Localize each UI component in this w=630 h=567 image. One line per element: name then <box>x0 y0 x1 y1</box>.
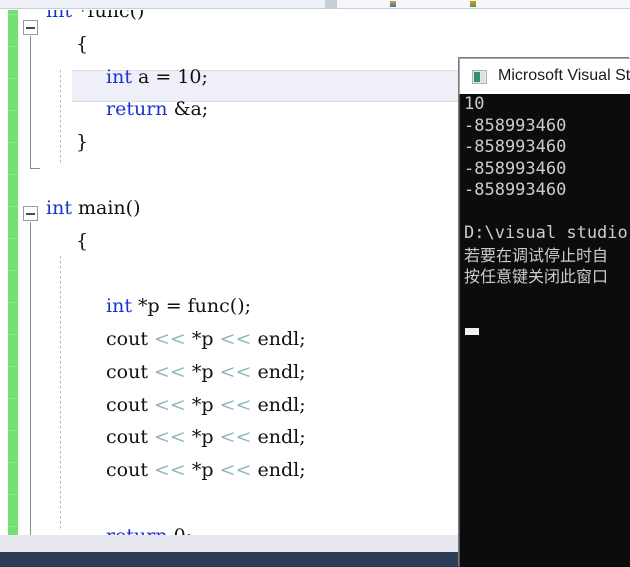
code-token: *p <box>185 393 220 416</box>
scope-bracket-line <box>30 36 31 168</box>
code-line[interactable]: int main() <box>46 196 141 219</box>
code-token: endl; <box>251 426 306 449</box>
screen-root: int *func(){int a = 10; return &a;} int ma… <box>0 0 630 567</box>
code-line[interactable]: return &a; <box>106 100 208 119</box>
scope-bracket-foot <box>30 168 40 169</box>
code-token: << <box>219 426 252 449</box>
code-line[interactable]: return 0; <box>106 525 193 535</box>
console-output-area[interactable]: 按任意键关闭此窗口 若要在调试停止时自 D:\visual studio -85899… <box>459 94 630 567</box>
code-token: } <box>76 131 89 154</box>
code-token: endl; <box>251 459 306 482</box>
code-token: return <box>106 525 168 535</box>
code-token: { <box>76 229 89 252</box>
code-token: << <box>154 393 186 416</box>
code-token: int <box>46 196 72 219</box>
code-line[interactable]: int *p = func(); <box>106 297 251 316</box>
console-output-line: D:\visual studio <box>464 223 628 243</box>
console-output-line: -858993460 <box>464 158 567 179</box>
code-line[interactable]: cout << *p << endl; <box>106 360 306 383</box>
toolbar-strip <box>0 0 630 10</box>
code-line[interactable]: { <box>76 229 89 252</box>
indent-guide <box>60 256 61 531</box>
code-token: cout <box>106 328 154 350</box>
code-token: *p <box>185 459 220 482</box>
run-icon[interactable] <box>470 1 476 7</box>
code-token: endl; <box>251 360 306 383</box>
console-cursor <box>465 328 479 335</box>
console-output-line: -858993460 <box>464 137 567 157</box>
code-token: *p <box>185 426 220 449</box>
code-line[interactable]: int *func() <box>46 10 144 21</box>
toolbar-left-panel <box>0 0 325 9</box>
toolbar-right-panel <box>337 0 630 9</box>
console-title: Microsoft Visual St <box>498 67 630 84</box>
console-output-line: 若要在调试停止时自 <box>464 245 609 265</box>
code-token: int <box>106 295 132 318</box>
fold-toggle-icon[interactable] <box>23 206 38 221</box>
code-token: &a; <box>167 98 209 121</box>
code-line[interactable]: cout << *p << endl; <box>106 330 306 349</box>
code-token: a = 10; <box>131 65 208 88</box>
code-line[interactable]: int a = 10; <box>106 65 208 88</box>
code-token: { <box>76 32 89 55</box>
code-token: *p <box>185 328 220 350</box>
code-token: endl; <box>251 393 306 416</box>
change-tracking-margin <box>8 10 18 535</box>
console-output-line: 10 <box>464 94 485 114</box>
toolbar-splitter-grip[interactable] <box>325 0 337 9</box>
code-token: cout <box>106 459 154 482</box>
code-token: *p <box>185 360 220 383</box>
code-line[interactable]: cout << *p << endl; <box>106 428 306 447</box>
debug-console-window[interactable]: Microsoft Visual St 按任意键关闭此窗口 若要在调试停止时自 D:… <box>459 58 630 567</box>
console-output-line: -858993460 <box>464 115 567 136</box>
code-token: *p = func(); <box>131 295 252 318</box>
code-token: cout <box>106 393 154 416</box>
code-line[interactable]: } <box>76 133 88 152</box>
code-token: << <box>219 459 252 482</box>
scope-bracket-line <box>30 222 31 535</box>
code-line[interactable]: { <box>76 32 89 55</box>
code-token: << <box>154 426 186 449</box>
code-token: 0; <box>168 525 193 535</box>
console-output-line: 按任意键关闭此窗口 <box>464 267 609 286</box>
code-line[interactable]: cout << *p << endl; <box>106 461 306 480</box>
code-line[interactable]: cout << *p << endl; <box>106 393 306 416</box>
build-icon[interactable] <box>390 1 396 7</box>
console-app-icon <box>472 70 487 84</box>
code-token: << <box>154 360 186 383</box>
code-token: main() <box>71 196 141 219</box>
indent-guide <box>60 70 61 165</box>
code-token: int <box>106 65 132 88</box>
code-token: *func() <box>71 10 145 22</box>
outlining-margin[interactable] <box>18 10 46 535</box>
code-token: << <box>219 360 252 383</box>
code-token: << <box>154 328 186 350</box>
code-token: << <box>219 328 252 350</box>
code-token: << <box>154 459 186 482</box>
code-token: endl; <box>251 328 306 350</box>
code-token: cout <box>106 426 154 449</box>
code-token: return <box>106 98 168 121</box>
code-token: << <box>219 393 252 416</box>
console-output-line: -858993460 <box>464 180 567 200</box>
fold-toggle-icon[interactable] <box>23 20 38 35</box>
console-title-bar[interactable]: Microsoft Visual St <box>459 58 630 95</box>
code-token: int <box>46 10 72 22</box>
code-token: cout <box>106 360 154 383</box>
